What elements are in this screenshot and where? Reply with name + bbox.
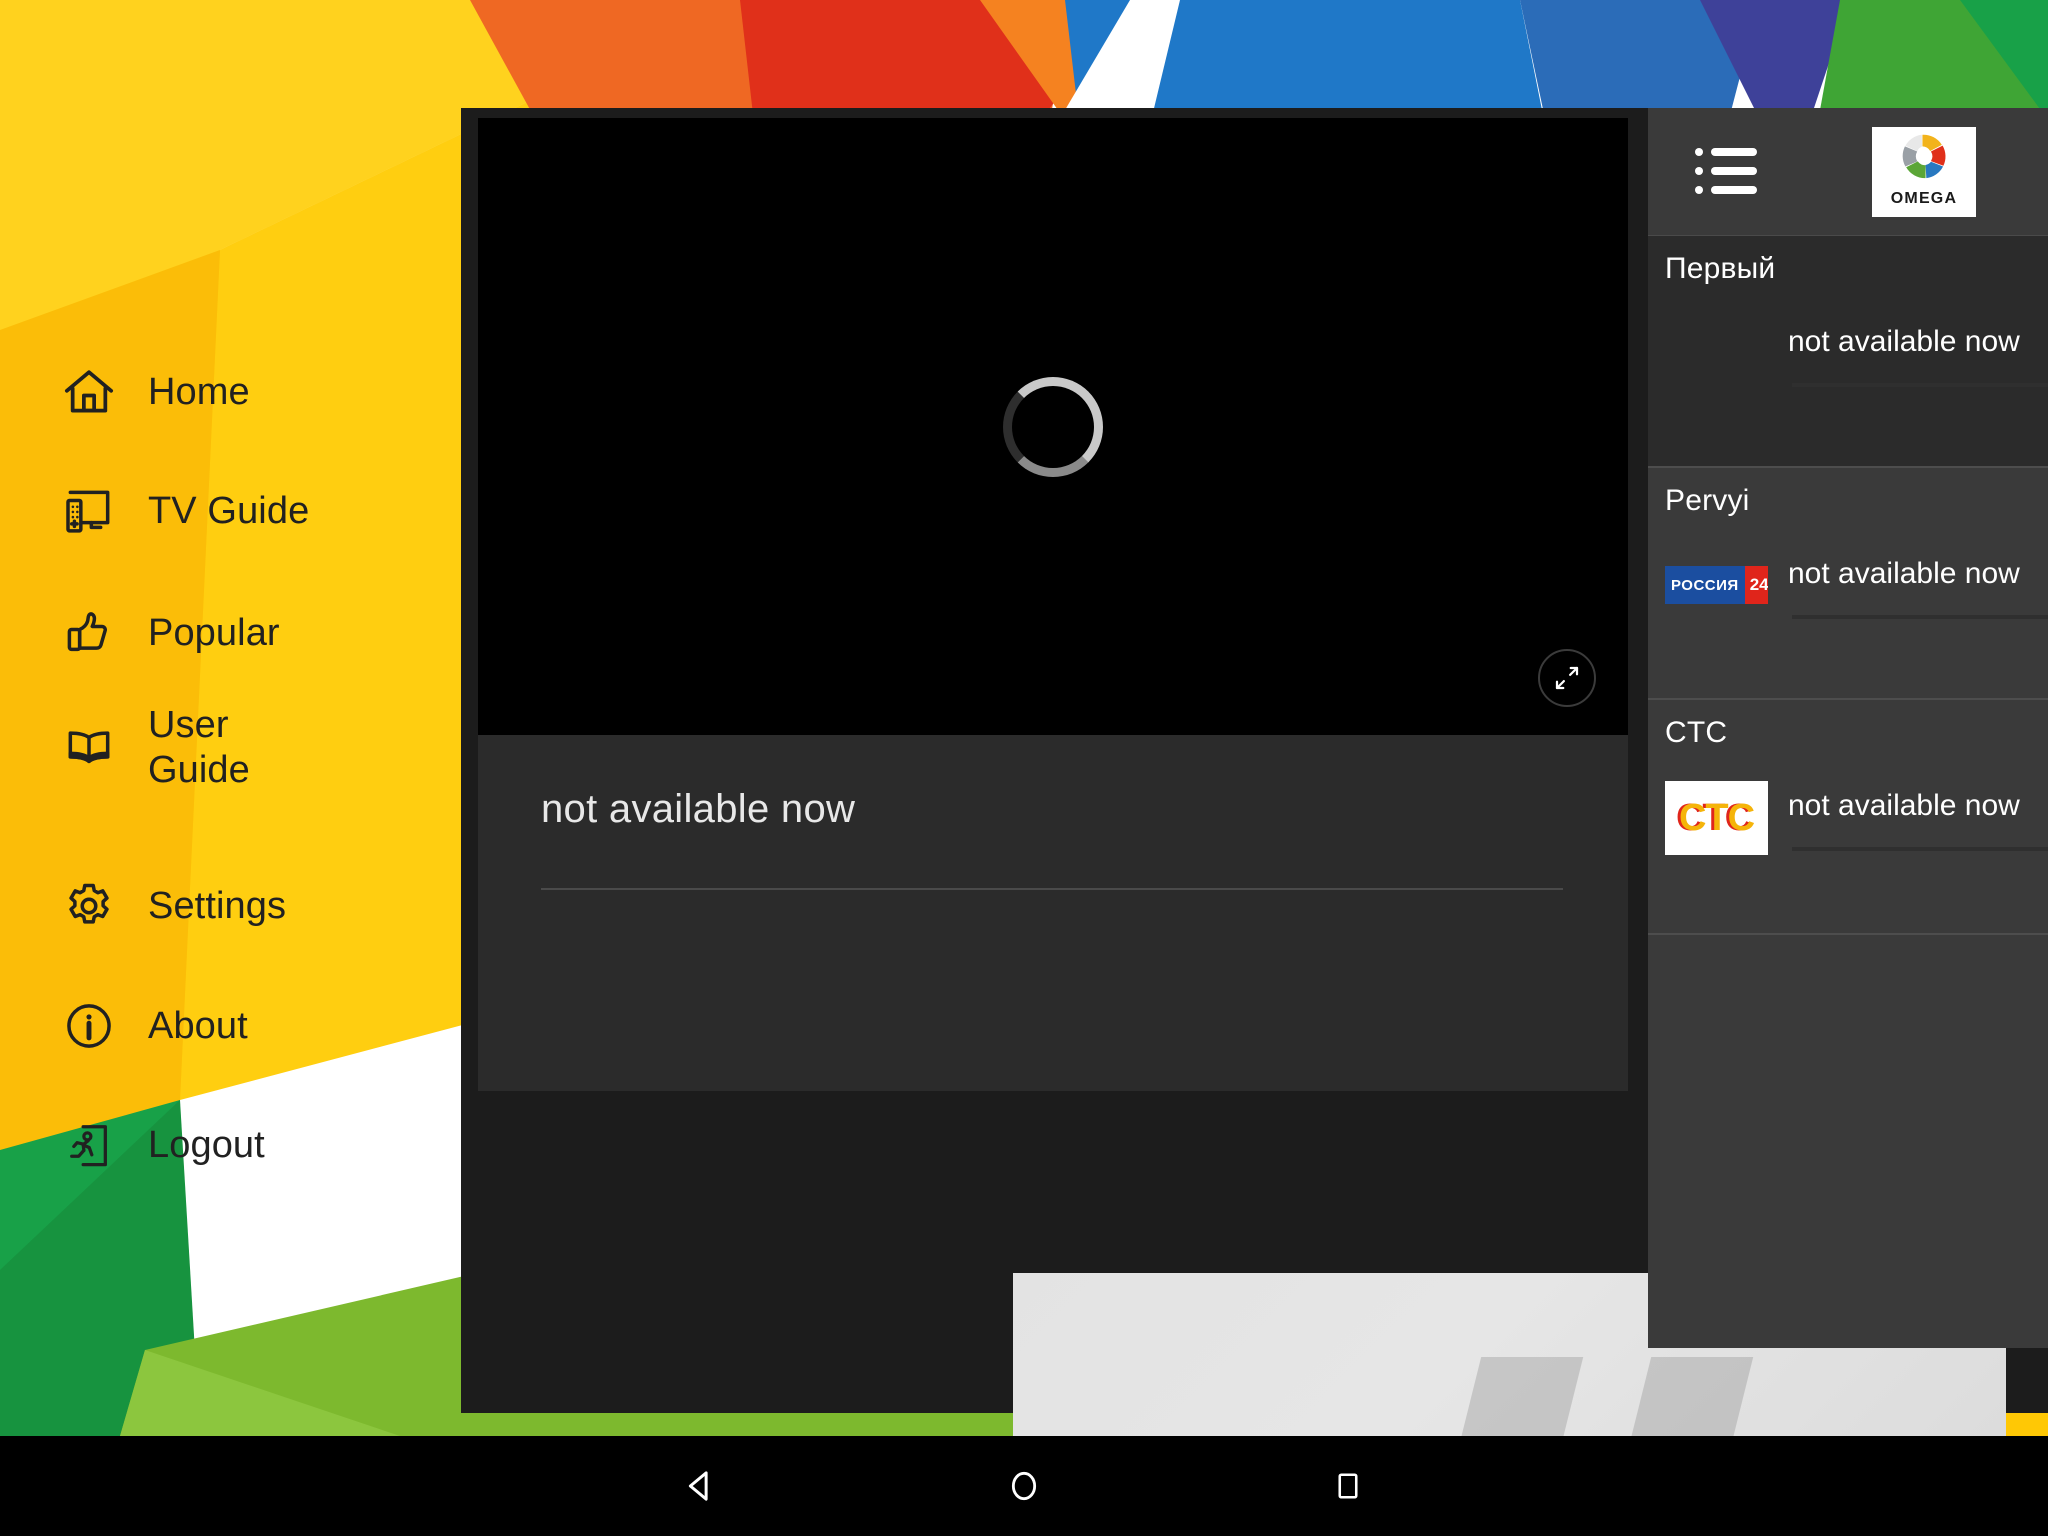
channel-progress-bar [1792, 847, 2048, 851]
book-icon [58, 717, 120, 779]
drawer-item-settings[interactable]: Settings [58, 858, 286, 954]
bullet-dot [1695, 167, 1703, 175]
circle-home-icon [1004, 1466, 1044, 1506]
channel-program-title: not available now [1788, 557, 2048, 591]
screen-root: Home TV Guide [0, 0, 2048, 1536]
nav-recents-button[interactable] [1288, 1436, 1408, 1536]
bullet-dot [1695, 148, 1703, 156]
channel-row[interactable]: CTC CTC not available now [1648, 775, 2048, 861]
drawer-item-label: User Guide [148, 703, 250, 793]
channel-program-title: not available now [1788, 789, 2048, 823]
drawer-item-label: Settings [148, 884, 286, 929]
channel-group[interactable]: Первый not available now [1648, 236, 2048, 468]
ad-shape-2 [1619, 1357, 1753, 1441]
channel-progress-bar [1792, 383, 2048, 387]
channel-group-name: CTC [1665, 716, 1727, 750]
channel-program-title: not available now [1788, 325, 2048, 359]
divider [541, 888, 1563, 890]
omega-brand-logo[interactable]: OMEGA [1872, 127, 1976, 217]
loading-spinner [1003, 377, 1103, 477]
triangle-back-icon [679, 1465, 721, 1507]
ad-shape-1 [1449, 1357, 1583, 1441]
divider [1648, 933, 2048, 935]
fullscreen-icon[interactable] [1538, 649, 1596, 707]
ctc-logo-text: CTC [1679, 797, 1754, 840]
drawer-item-popular[interactable]: Popular [58, 585, 280, 681]
bullet-line [1711, 167, 1757, 175]
drawer-item-logout[interactable]: Logout [58, 1097, 265, 1193]
channel-logo-ctc: CTC CTC [1665, 781, 1768, 855]
channel-group[interactable]: CTC CTC CTC not available now [1648, 700, 2048, 935]
drawer-item-about[interactable]: About [58, 978, 248, 1074]
bullet-line [1711, 148, 1757, 156]
channel-logo-rossiya-24: РОССИЯ 24 [1665, 549, 1768, 623]
thumbs-up-icon [58, 602, 120, 664]
drawer-item-label: Home [148, 370, 250, 415]
channel-group-name: Первый [1665, 252, 1775, 286]
nav-home-button[interactable] [964, 1436, 1084, 1536]
omega-brand-text: OMEGA [1872, 190, 1976, 208]
rossiya-logo-number: 24 [1750, 575, 1768, 595]
bullet-line [1711, 186, 1757, 194]
video-player[interactable] [478, 118, 1628, 735]
logout-icon [58, 1114, 120, 1176]
player-column: not available now [461, 108, 1648, 1413]
navigation-drawer: Home TV Guide [0, 0, 462, 1436]
channel-row[interactable]: РОССИЯ 24 not available now [1648, 543, 2048, 629]
square-recents-icon [1330, 1468, 1366, 1504]
now-playing-panel: not available now [478, 735, 1628, 1091]
list-menu-icon[interactable] [1695, 148, 1757, 196]
drawer-item-tv-guide[interactable]: TV Guide [58, 463, 309, 559]
now-playing-title: not available now [541, 787, 855, 832]
channel-list-panel: OMEGA Первый not available now Pervyi [1648, 108, 2048, 1348]
tv-guide-icon [58, 480, 120, 542]
channel-group[interactable]: Pervyi РОССИЯ 24 not available now [1648, 468, 2048, 700]
omega-shutter-icon [1872, 127, 1976, 189]
channel-group-name: Pervyi [1665, 484, 1750, 518]
drawer-item-label: About [148, 1004, 248, 1049]
drawer-item-label: Logout [148, 1123, 265, 1168]
bullet-dot [1695, 186, 1703, 194]
info-icon [58, 995, 120, 1057]
drawer-item-home[interactable]: Home [58, 344, 250, 440]
android-navigation-bar [0, 1436, 2048, 1536]
channel-progress-bar [1792, 615, 2048, 619]
drawer-item-user-guide[interactable]: User Guide [58, 700, 250, 796]
channel-panel-header: OMEGA [1648, 108, 2048, 236]
app-window: not available now [461, 108, 2048, 1413]
drawer-item-label: TV Guide [148, 489, 309, 534]
gear-icon [58, 875, 120, 937]
drawer-item-label: Popular [148, 611, 280, 656]
channel-list-empty-space [1648, 935, 2048, 1335]
home-icon [58, 361, 120, 423]
nav-back-button[interactable] [640, 1436, 760, 1536]
channel-row[interactable]: not available now [1648, 311, 2048, 397]
rossiya-logo-text: РОССИЯ [1671, 577, 1739, 594]
